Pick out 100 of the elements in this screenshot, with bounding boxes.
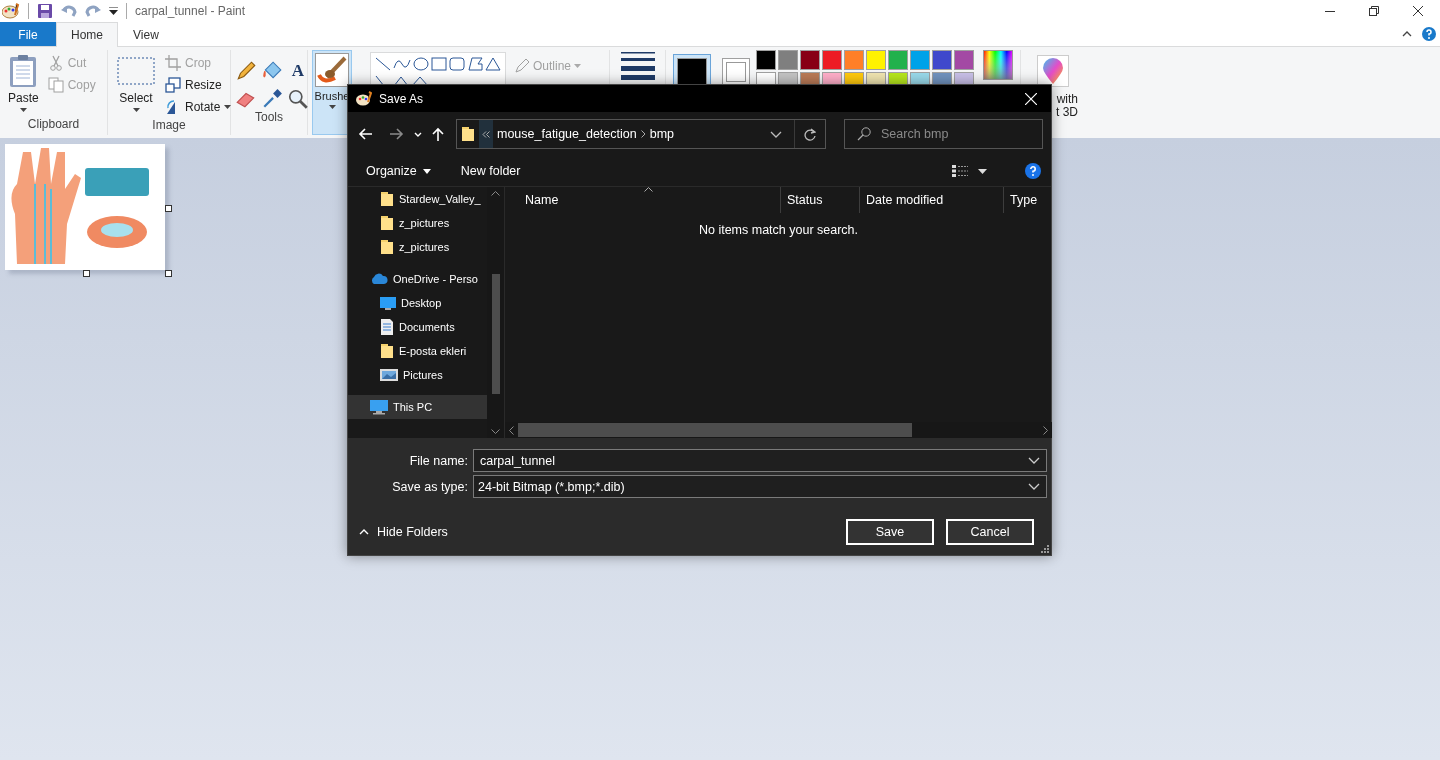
color-swatch[interactable] — [954, 50, 974, 70]
chevron-down-icon — [770, 130, 782, 138]
color-swatch[interactable] — [800, 50, 820, 70]
ribbon-tab[interactable]: View — [118, 22, 174, 46]
folder-icon — [380, 191, 394, 207]
dialog-title: Save As — [379, 91, 424, 106]
scroll-up-icon — [491, 191, 500, 196]
nav-item[interactable]: This PC — [348, 395, 487, 419]
redo-icon[interactable] — [85, 3, 101, 19]
caret-icon — [422, 168, 431, 174]
color-swatch[interactable] — [866, 50, 886, 70]
address-bar[interactable]: mouse_fatigue_detection bmp — [456, 119, 826, 149]
nav-item[interactable]: Desktop — [348, 291, 487, 315]
color-swatch[interactable] — [910, 50, 930, 70]
document-icon — [380, 319, 394, 335]
field-label: Save as type: — [391, 479, 469, 494]
pencil-icon[interactable] — [235, 60, 257, 82]
computer-icon — [370, 399, 388, 415]
outline-pencil-icon — [514, 58, 530, 74]
magnifier-icon[interactable] — [287, 88, 309, 110]
folder-icon — [380, 239, 394, 255]
dialog-button[interactable]: Cancel — [946, 519, 1034, 545]
color-swatch[interactable] — [778, 50, 798, 70]
nav-item[interactable]: Pictures — [348, 363, 487, 387]
search-icon — [857, 127, 871, 141]
ribbon-tab[interactable]: Home — [56, 22, 118, 47]
text-tool-button[interactable]: A — [287, 60, 309, 82]
resize-handle[interactable] — [83, 270, 90, 277]
ribbon-tab[interactable]: File — [0, 22, 56, 46]
nav-item[interactable]: Stardew_Valley_ — [348, 187, 487, 211]
forward-button[interactable] — [388, 126, 406, 142]
search-box[interactable]: Search bmp — [844, 119, 1043, 149]
up-button[interactable] — [430, 125, 446, 143]
customize-caret-icon[interactable] — [109, 7, 118, 15]
breadcrumb[interactable]: bmp — [645, 127, 678, 141]
refresh-icon[interactable] — [804, 127, 816, 141]
rainbow-gradient-icon[interactable] — [983, 50, 1013, 80]
view-options-icon[interactable] — [952, 165, 968, 177]
folder-icon — [380, 343, 394, 359]
paste-button[interactable]: Paste — [5, 50, 42, 117]
breadcrumb[interactable]: mouse_fatigue_detection — [493, 127, 641, 141]
collapse-ribbon-icon[interactable] — [1402, 31, 1412, 37]
resize-icon — [165, 77, 181, 93]
empty-message: No items match your search. — [697, 223, 860, 237]
scrollbar-thumb[interactable] — [491, 274, 500, 394]
color-picker-icon[interactable] — [261, 88, 283, 110]
column-header[interactable]: Date modified — [860, 187, 1004, 213]
paint-3d-icon[interactable] — [1042, 58, 1064, 84]
caret-icon[interactable] — [978, 168, 987, 174]
scroll-right-icon — [1043, 425, 1048, 435]
color-swatch[interactable] — [932, 50, 952, 70]
resize-handle[interactable] — [165, 270, 172, 277]
selection-rectangle-icon — [116, 54, 156, 88]
close-icon — [1413, 6, 1423, 16]
nav-item[interactable]: Documents — [348, 315, 487, 339]
file-type-dropdown[interactable]: 24-bit Bitmap (*.bmp;*.dib) — [473, 475, 1047, 498]
nav-item[interactable]: OneDrive - Perso — [348, 267, 487, 291]
picture-icon — [380, 368, 398, 382]
select-button[interactable]: Select — [113, 50, 159, 118]
column-header[interactable]: Type — [1004, 187, 1052, 213]
paint-3d-label[interactable]: with t 3D — [1056, 93, 1078, 119]
folder-icon — [380, 215, 394, 231]
undo-icon[interactable] — [61, 3, 77, 19]
copy-icon — [47, 77, 64, 93]
resize-handle[interactable] — [165, 205, 172, 212]
column-header[interactable]: Name — [505, 187, 781, 213]
nav-item[interactable]: z_pictures — [348, 235, 487, 259]
toolbar-button[interactable]: New folder — [452, 162, 529, 180]
caret-icon — [132, 108, 140, 112]
color-swatch[interactable] — [888, 50, 908, 70]
nav-item[interactable]: z_pictures — [348, 211, 487, 235]
window-title: carpal_tunnel - Paint — [135, 4, 246, 18]
dialog-button[interactable]: Save — [846, 519, 934, 545]
nav-item[interactable]: E-posta ekleri — [348, 339, 487, 363]
save-icon[interactable] — [37, 3, 53, 19]
group-label: Clipboard — [26, 117, 81, 133]
clipboard-icon — [9, 54, 38, 88]
color-swatch[interactable] — [756, 50, 776, 70]
file-name-field[interactable]: carpal_tunnel — [480, 453, 1028, 468]
file-name-box[interactable]: carpal_tunnel — [473, 449, 1047, 472]
cloud-icon — [370, 273, 388, 285]
caret-icon — [224, 105, 232, 109]
folder-icon — [461, 126, 475, 142]
toolbar-button[interactable]: Organize — [358, 162, 439, 180]
search-field[interactable]: Search bmp — [881, 127, 1041, 141]
scrollbar-thumb[interactable] — [518, 423, 912, 437]
sort-caret-icon — [644, 187, 653, 192]
help-icon[interactable] — [1025, 163, 1041, 179]
hide-folders-button[interactable]: Hide Folders — [359, 525, 448, 539]
color-swatch[interactable] — [722, 58, 750, 86]
field-label: File name: — [408, 453, 469, 468]
back-button[interactable] — [356, 126, 374, 142]
paintbrush-icon — [315, 53, 349, 87]
chevron-down-icon — [1028, 483, 1040, 490]
resize-button[interactable]: Resize — [163, 74, 234, 96]
column-header[interactable]: Status — [781, 187, 860, 213]
rotate-button[interactable]: Rotate — [163, 96, 234, 118]
color-swatch[interactable] — [844, 50, 864, 70]
breadcrumb-chevron-icon — [640, 130, 646, 138]
color-swatch[interactable] — [822, 50, 842, 70]
